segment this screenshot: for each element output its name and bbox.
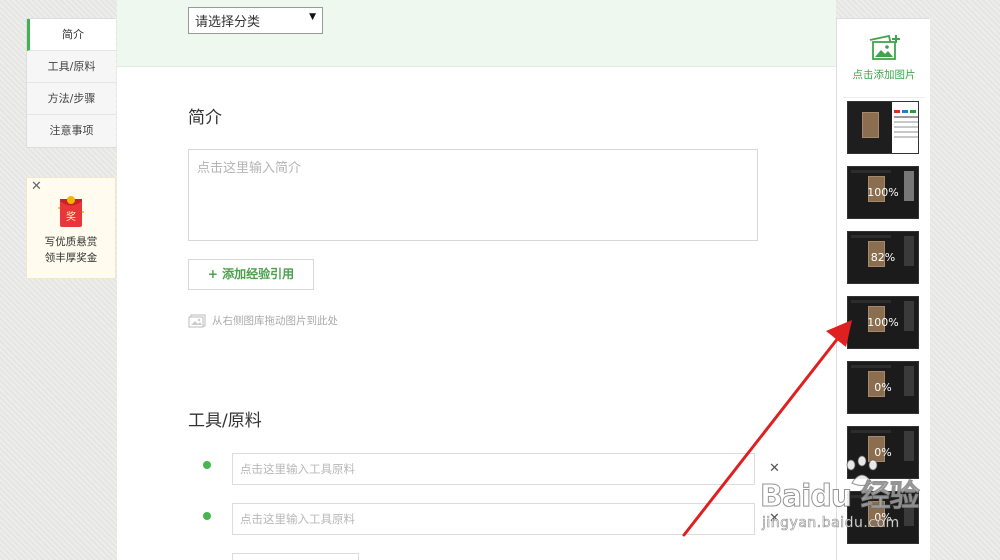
reward-card[interactable]: ✕ 奖 写优质悬赏 领丰厚奖金 <box>26 177 116 279</box>
thumbnail-progress: 0% <box>874 381 892 394</box>
gallery-thumbnail[interactable]: 100% <box>847 166 919 219</box>
thumbnail-preview <box>894 116 918 118</box>
thumbnail-progress: 100% <box>867 186 899 199</box>
reward-text: 写优质悬赏 领丰厚奖金 <box>27 234 115 266</box>
gallery-thumbnail[interactable]: 0% <box>847 361 919 414</box>
editor-main: 请选择分类 ▼ 简介 点击这里输入简介 + 添加经验引用 从右侧图库拖动图片到此… <box>117 0 836 560</box>
thumbnail-progress: 0% <box>874 446 892 459</box>
image-placeholder-icon <box>188 314 206 327</box>
drag-hint-text: 从右侧图库拖动图片到此处 <box>212 315 338 327</box>
left-nav: 简介 工具/原料 方法/步骤 注意事项 <box>26 18 116 148</box>
bullet-dot <box>203 461 211 469</box>
bullet-dot <box>203 512 211 520</box>
intro-section-title: 简介 <box>188 108 222 128</box>
add-image-icon <box>869 34 900 60</box>
tool-input-2[interactable]: 点击这里输入工具原料 <box>232 503 755 535</box>
thumbnail-preview <box>851 300 891 303</box>
category-bar: 请选择分类 ▼ <box>117 0 836 67</box>
category-select-value: 请选择分类 <box>195 15 261 30</box>
thumbnail-progress: 0% <box>874 511 892 524</box>
gallery-thumbnail[interactable]: 0% <box>847 491 919 544</box>
thumbnail-preview <box>851 430 891 433</box>
divider <box>843 97 925 98</box>
close-icon[interactable]: ✕ <box>31 179 42 194</box>
image-gallery: 点击添加图片 100% 82% 100% 0% 0% 0% <box>836 18 930 560</box>
thumbnail-preview <box>851 495 891 498</box>
thumbnail-progress: 82% <box>870 251 896 264</box>
gallery-thumbnail[interactable]: 82% <box>847 231 919 284</box>
category-select[interactable]: 请选择分类 ▼ <box>188 7 323 34</box>
add-image-button[interactable]: 点击添加图片 <box>837 19 931 95</box>
intro-textarea[interactable]: 点击这里输入简介 <box>188 149 758 241</box>
thumbnail-progress: 100% <box>867 316 899 329</box>
reward-line-2: 领丰厚奖金 <box>44 252 98 264</box>
drag-image-hint: 从右侧图库拖动图片到此处 <box>188 313 338 328</box>
nav-item-steps[interactable]: 方法/步骤 <box>27 83 116 115</box>
nav-item-intro[interactable]: 简介 <box>27 19 116 51</box>
remove-tool-2-icon[interactable]: ✕ <box>769 511 780 526</box>
reward-line-1: 写优质悬赏 <box>44 236 98 248</box>
tools-section-title: 工具/原料 <box>188 411 262 431</box>
add-reference-button[interactable]: + 添加经验引用 <box>188 259 314 290</box>
thumbnail-preview <box>851 170 891 173</box>
dropdown-arrow-icon: ▼ <box>309 12 316 22</box>
tool-input-1[interactable]: 点击这里输入工具原料 <box>232 453 755 485</box>
thumbnail-preview <box>894 110 900 113</box>
nav-item-notes[interactable]: 注意事项 <box>27 115 116 147</box>
nav-item-tools[interactable]: 工具/原料 <box>27 51 116 83</box>
add-image-label: 点击添加图片 <box>852 69 916 81</box>
reward-icon-char: 奖 <box>66 210 76 223</box>
tool-input-3[interactable] <box>232 553 359 560</box>
thumbnail-preview <box>862 112 879 138</box>
gallery-thumbnail[interactable] <box>847 101 919 154</box>
thumbnail-preview <box>851 365 891 368</box>
gallery-thumbnail[interactable]: 100% <box>847 296 919 349</box>
remove-tool-1-icon[interactable]: ✕ <box>769 461 780 476</box>
gallery-thumbnail[interactable]: 0% <box>847 426 919 479</box>
red-envelope-icon: 奖 <box>58 196 84 227</box>
thumbnail-preview <box>851 235 891 238</box>
